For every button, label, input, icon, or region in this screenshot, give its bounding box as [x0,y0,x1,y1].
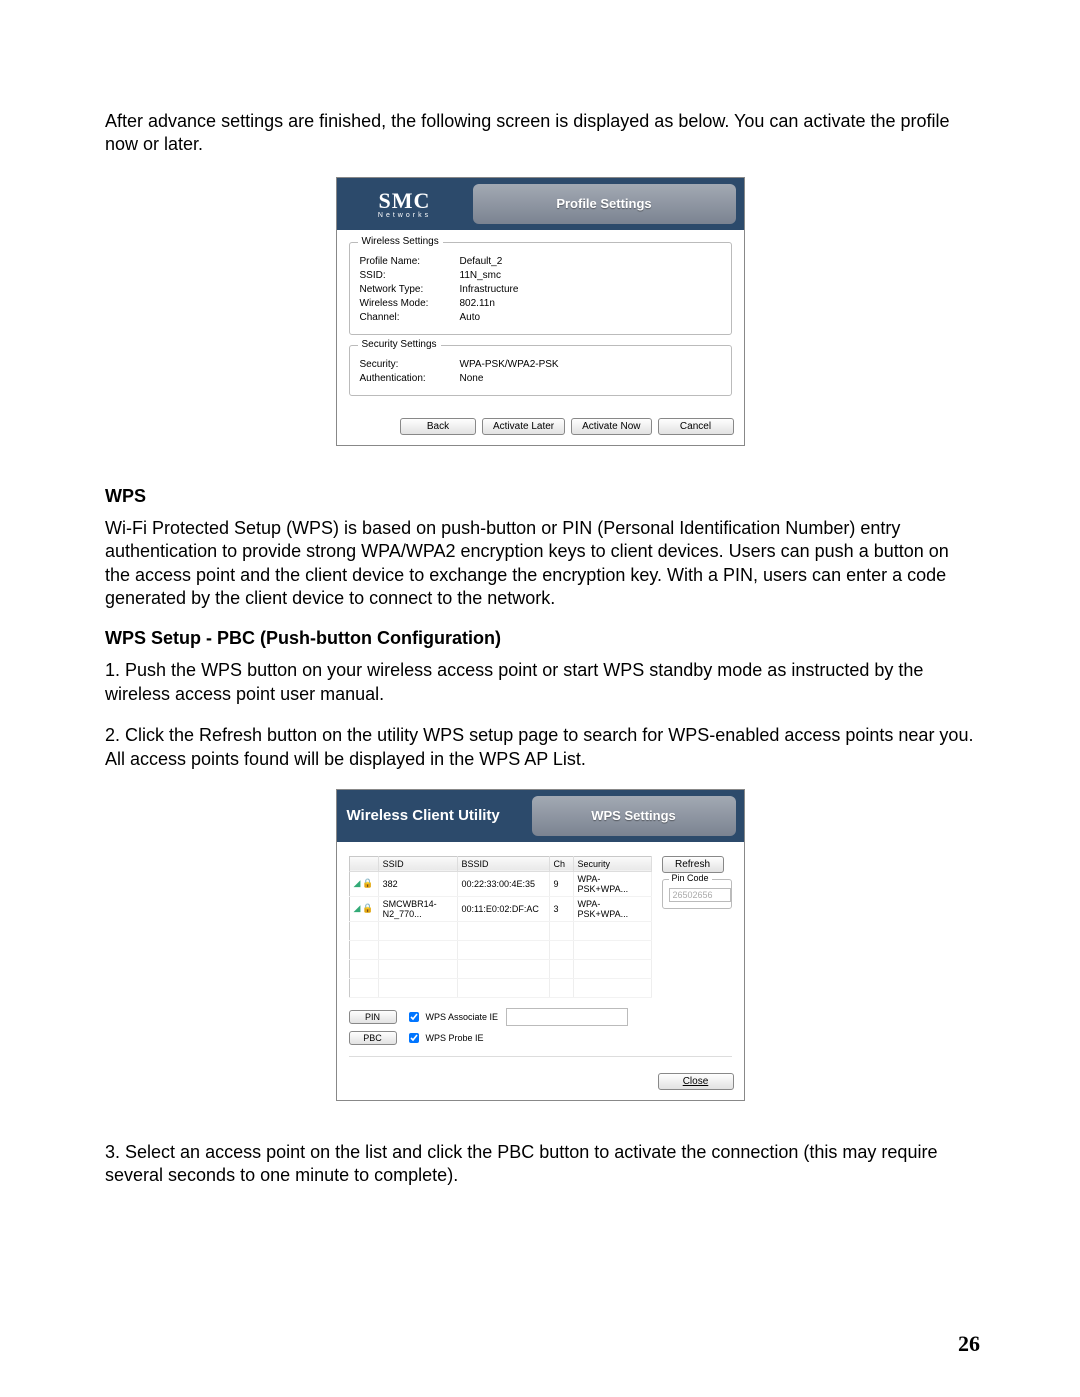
authentication-label: Authentication: [360,373,460,384]
channel-value: Auto [460,312,481,323]
wps-dialog-title: WPS Settings [532,796,736,836]
channel-label: Channel: [360,312,460,323]
wireless-client-utility-label: Wireless Client Utility [337,790,532,842]
back-button[interactable]: Back [400,418,476,435]
wireless-mode-label: Wireless Mode: [360,298,460,309]
step-3: 3. Select an access point on the list an… [105,1141,975,1188]
security-value: WPA-PSK/WPA2-PSK [460,359,559,370]
network-type-value: Infrastructure [460,284,519,295]
wireless-settings-group: Wireless Settings Profile Name:Default_2… [349,242,732,335]
ssid-header[interactable]: SSID [378,856,457,871]
page-number: 26 [958,1331,980,1357]
wps-heading: WPS [105,486,975,507]
ssid-value: 11N_smc [460,270,502,281]
wps-paragraph: Wi-Fi Protected Setup (WPS) is based on … [105,517,975,611]
table-row[interactable]: ◢🔒 SMCWBR14-N2_770... 00:11:E0:02:DF:AC … [349,896,651,921]
pin-code-group: Pin Code [662,879,732,909]
profile-settings-dialog: SMC Networks Profile Settings Wireless S… [336,177,745,446]
wps-settings-dialog: Wireless Client Utility WPS Settings SSI… [336,789,745,1101]
security-label: Security: [360,359,460,370]
ssid-label: SSID: [360,270,460,281]
pin-button[interactable]: PIN [349,1010,397,1024]
step-1: 1. Push the WPS button on your wireless … [105,659,975,706]
signal-icon: ◢ [354,878,361,889]
lock-icon: 🔒 [362,878,373,889]
cancel-button[interactable]: Cancel [658,418,734,435]
bssid-header[interactable]: BSSID [457,856,549,871]
pbc-button[interactable]: PBC [349,1031,397,1045]
dialog-title: Profile Settings [473,184,736,224]
profile-name-value: Default_2 [460,256,503,267]
profile-name-label: Profile Name: [360,256,460,267]
table-row[interactable]: ◢🔒 382 00:22:33:00:4E:35 9 WPA-PSK+WPA..… [349,871,651,896]
authentication-value: None [460,373,484,384]
status-box [506,1008,628,1026]
refresh-button[interactable]: Refresh [662,856,724,873]
wps-ap-table[interactable]: SSID BSSID Ch Security ◢🔒 382 00:22:33:0… [349,856,652,998]
activate-now-button[interactable]: Activate Now [571,418,651,435]
wps-associate-checkbox[interactable]: WPS Associate IE [405,1009,499,1025]
lock-icon: 🔒 [362,903,373,914]
network-type-label: Network Type: [360,284,460,295]
close-button[interactable]: Close [658,1073,734,1090]
pbc-heading: WPS Setup - PBC (Push-button Configurati… [105,628,975,649]
security-settings-group: Security Settings Security:WPA-PSK/WPA2-… [349,345,732,396]
wireless-mode-value: 802.11n [460,298,495,309]
pin-code-input[interactable] [669,888,731,902]
signal-icon: ◢ [354,903,361,914]
activate-later-button[interactable]: Activate Later [482,418,565,435]
smc-logo: SMC Networks [337,178,473,230]
wps-probe-checkbox[interactable]: WPS Probe IE [405,1030,484,1046]
intro-paragraph: After advance settings are finished, the… [105,110,975,157]
ch-header[interactable]: Ch [549,856,573,871]
step-2: 2. Click the Refresh button on the utili… [105,724,975,771]
security-header[interactable]: Security [573,856,651,871]
